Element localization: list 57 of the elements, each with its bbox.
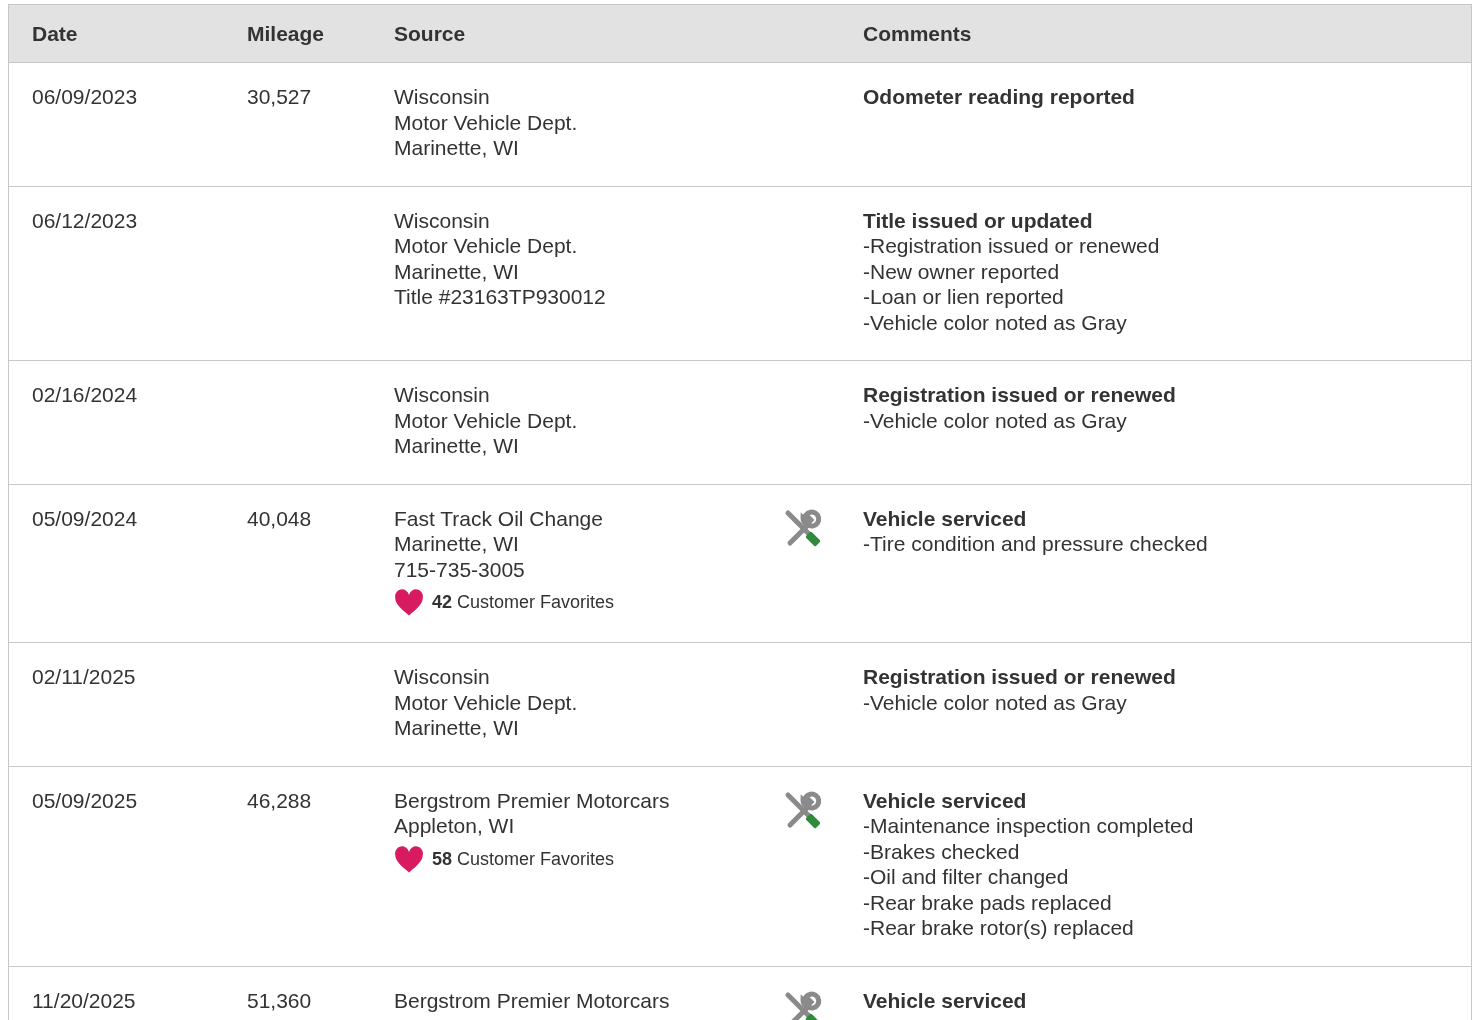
comment-title: Registration issued or renewed bbox=[863, 664, 1176, 690]
column-header: Comments bbox=[863, 20, 973, 47]
comment-item: -Rear brake rotor(s) replaced bbox=[863, 915, 1134, 941]
mileage-cell: 30,527 bbox=[247, 85, 312, 108]
source-line: Fast Track Oil Change bbox=[394, 505, 603, 531]
comment-title: Vehicle serviced bbox=[863, 505, 1027, 531]
comment-title: Registration issued or renewed bbox=[863, 382, 1176, 408]
column-header: Date bbox=[32, 20, 79, 47]
source-line: Motor Vehicle Dept. bbox=[394, 233, 578, 259]
mileage-cell: 46,288 bbox=[247, 788, 312, 812]
date-cell-text: 02/16/2024 bbox=[32, 382, 139, 408]
comment-item: -Vehicle color noted as Gray bbox=[863, 309, 1127, 335]
source-line: Wisconsin bbox=[394, 382, 490, 408]
source-line: Wisconsin bbox=[394, 84, 490, 110]
source-line: Marinette, WI bbox=[394, 715, 519, 741]
heart-icon bbox=[394, 845, 424, 874]
comment-item: -Rear brake pads replaced bbox=[863, 889, 1112, 915]
comment-item: -Oil and filter changed bbox=[863, 864, 1069, 890]
customer-favorites: 58 Customer Favorites bbox=[432, 847, 615, 871]
source-line: Wisconsin bbox=[394, 664, 490, 690]
date-cell-text: 05/09/2024 bbox=[32, 505, 139, 531]
comment-title: Vehicle serviced bbox=[863, 787, 1027, 813]
comment-title: Title issued or updated bbox=[863, 207, 1093, 233]
comment-item: -Maintenance inspection completed bbox=[863, 813, 1194, 839]
source-line: Appleton, WI bbox=[394, 813, 515, 839]
column-header: Mileage bbox=[247, 20, 326, 47]
source-line: Bergstrom Premier Motorcars bbox=[394, 787, 670, 813]
date-cell-text: 06/12/2023 bbox=[32, 207, 139, 233]
source-line: Motor Vehicle Dept. bbox=[394, 109, 578, 135]
date-cell-text: 11/20/2025 bbox=[32, 987, 137, 1013]
source-line: Bergstrom Premier Motorcars bbox=[394, 987, 670, 1013]
source-line: Motor Vehicle Dept. bbox=[394, 407, 578, 433]
comment-item: -Registration issued or renewed bbox=[863, 233, 1160, 259]
comment-title: Vehicle serviced bbox=[863, 987, 1027, 1013]
source-line: Marinette, WI bbox=[394, 433, 519, 459]
source-line: Marinette, WI bbox=[394, 258, 519, 284]
source-line: 715-735-3005 bbox=[394, 556, 525, 582]
column-header: Source bbox=[394, 20, 467, 47]
source-line: Motor Vehicle Dept. bbox=[394, 689, 578, 715]
date-cell-text: 02/11/2025 bbox=[32, 664, 137, 690]
date-cell-text: 05/09/2025 bbox=[32, 787, 139, 813]
source-line: Wisconsin bbox=[394, 207, 490, 233]
mileage-cell: 51,360 bbox=[247, 988, 312, 1012]
customer-favorites: 42 Customer Favorites bbox=[432, 591, 615, 615]
comment-item: -Loan or lien reported bbox=[863, 284, 1064, 310]
comment-item: -Tire condition and pressure checked bbox=[863, 531, 1208, 557]
comment-item: -Vehicle color noted as Gray bbox=[863, 407, 1127, 433]
comment-item: -Brakes checked bbox=[863, 838, 1020, 864]
source-line: Marinette, WI bbox=[394, 531, 519, 557]
heart-icon bbox=[394, 589, 424, 617]
comment-title: Odometer reading reported bbox=[863, 84, 1135, 110]
comment-item: -New owner reported bbox=[863, 258, 1060, 284]
source-line: Marinette, WI bbox=[394, 135, 519, 161]
comment-item: -Vehicle color noted as Gray bbox=[863, 689, 1127, 715]
source-line: Title #23163TP930012 bbox=[394, 284, 606, 310]
date-cell-text: 06/09/2023 bbox=[32, 84, 139, 110]
mileage-cell: 40,048 bbox=[247, 506, 312, 530]
